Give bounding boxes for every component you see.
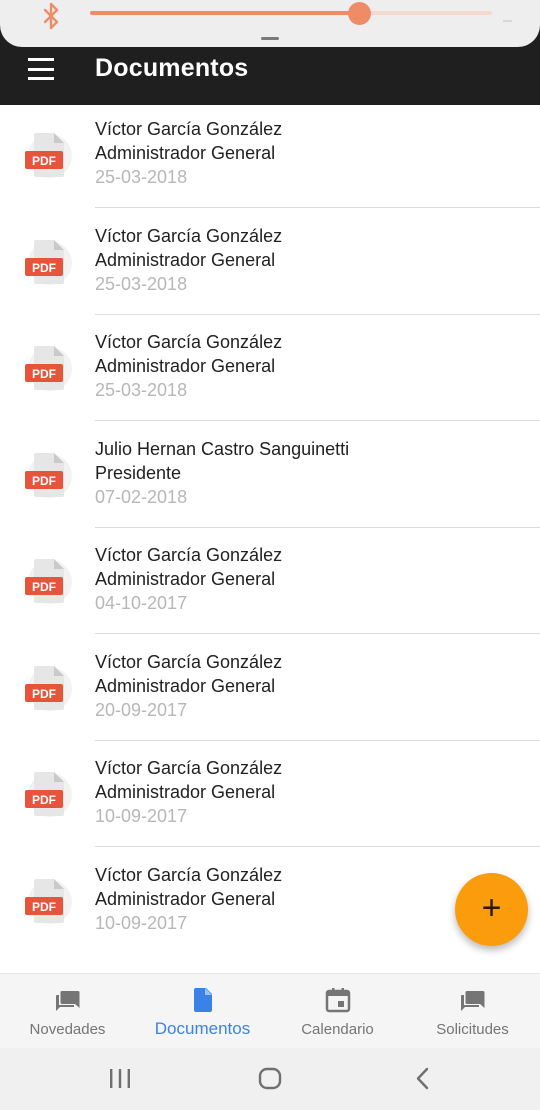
pdf-file-icon: PDF: [24, 340, 72, 394]
document-author-role: Administrador General: [95, 782, 276, 802]
document-date: 20-09-2017: [95, 699, 188, 720]
pdf-badge-label: PDF: [32, 367, 56, 381]
document-date: 25-03-2018: [95, 167, 188, 187]
brightness-slider-fill: [90, 11, 360, 15]
document-author: Víctor García González: [95, 225, 283, 246]
nav-label-solicitudes: Solicitudes: [436, 1021, 509, 1038]
pdf-badge-label: PDF: [32, 686, 56, 701]
recents-icon[interactable]: [105, 1048, 135, 1110]
slider-end-mark: [503, 20, 512, 22]
pdf-badge-label: PDF: [32, 260, 56, 275]
nav-item-calendario[interactable]: Calendario: [270, 974, 405, 1049]
document-list-item[interactable]: PDF Víctor García González Administrador G…: [0, 531, 540, 638]
document-list-item[interactable]: PDF Víctor García González Administrador G…: [0, 212, 540, 319]
list-divider: [95, 420, 540, 421]
panel-drag-handle[interactable]: [261, 37, 279, 40]
pdf-badge-label: PDF: [32, 793, 56, 807]
list-divider: [95, 739, 540, 741]
list-divider: [95, 313, 540, 315]
document-author: Víctor García González: [95, 332, 283, 352]
pdf-file-icon: PDF: [24, 447, 72, 501]
document-list-item[interactable]: PDF Víctor García González Administrador G…: [0, 744, 540, 851]
list-divider: [95, 207, 540, 208]
nav-label-calendario: Calendario: [301, 1021, 374, 1038]
brightness-slider[interactable]: [90, 2, 492, 25]
system-navigation-bar: [0, 1048, 540, 1110]
quick-settings-panel[interactable]: [0, 0, 540, 47]
document-author-role: Presidente: [95, 462, 182, 483]
document-author: Víctor García González: [95, 864, 283, 885]
page-title: Documentos: [95, 54, 249, 82]
nav-label-novedades: Novedades: [29, 1021, 106, 1038]
pdf-file-icon: PDF: [24, 234, 72, 288]
pdf-file-icon: PDF: [24, 660, 72, 714]
document-date: 07-02-2018: [95, 486, 188, 507]
document-author-role: Administrador General: [95, 143, 276, 163]
document-author-role: Administrador General: [95, 569, 276, 589]
chat-bubbles-icon: [460, 991, 484, 1011]
document-author-role: Administrador General: [95, 888, 276, 909]
bottom-navigation: Novedades Documentos Calendario Solicitu…: [0, 973, 540, 1048]
document-date: 25-03-2018: [95, 380, 188, 400]
add-icon: +: [481, 889, 502, 927]
document-icon: [193, 988, 212, 1012]
document-author: Víctor García González: [95, 545, 283, 565]
calendar-icon: [325, 988, 350, 1013]
back-icon[interactable]: [408, 1048, 438, 1110]
pdf-file-icon: PDF: [24, 127, 72, 181]
nav-item-novedades[interactable]: Novedades: [0, 974, 135, 1049]
document-date: 10-09-2017: [95, 912, 188, 933]
nav-label-documentos: Documentos: [154, 1019, 251, 1038]
nav-item-solicitudes[interactable]: Solicitudes: [405, 974, 540, 1049]
document-author-role: Administrador General: [95, 249, 276, 270]
list-divider: [95, 633, 540, 634]
document-date: 10-09-2017: [95, 806, 188, 826]
pdf-badge-label: PDF: [32, 473, 56, 488]
document-date: 25-03-2018: [95, 273, 188, 294]
document-author: Víctor García González: [95, 758, 283, 778]
document-list[interactable]: PDF Víctor García González Administrador G…: [0, 105, 540, 973]
pdf-file-icon: PDF: [24, 873, 72, 927]
document-list-item[interactable]: PDF Víctor García González Administrador G…: [0, 105, 540, 212]
brightness-slider-thumb[interactable]: [348, 2, 372, 25]
document-author: Julio Hernan Castro Sanguinetti: [95, 438, 350, 459]
home-icon[interactable]: [255, 1048, 285, 1110]
document-author: Víctor García González: [95, 651, 283, 672]
pdf-badge-label: PDF: [32, 899, 56, 914]
hamburger-menu-icon[interactable]: [28, 58, 56, 80]
pdf-file-icon: PDF: [24, 766, 72, 820]
document-author: Víctor García González: [95, 119, 283, 139]
list-divider: [95, 526, 540, 528]
document-author-role: Administrador General: [95, 675, 276, 696]
document-list-item[interactable]: PDF Julio Hernan Castro Sanguinetti Presid…: [0, 425, 540, 532]
document-list-item[interactable]: PDF Víctor García González Administrador G…: [0, 638, 540, 745]
pdf-file-icon: PDF: [24, 553, 72, 607]
pdf-badge-label: PDF: [32, 154, 56, 168]
document-list-item[interactable]: PDF Víctor García González Administrador G…: [0, 318, 540, 425]
document-author-role: Administrador General: [95, 356, 276, 376]
nav-item-documentos[interactable]: Documentos: [135, 974, 270, 1049]
document-date: 04-10-2017: [95, 593, 188, 613]
bluetooth-icon[interactable]: [40, 2, 64, 30]
pdf-badge-label: PDF: [32, 580, 56, 594]
add-document-button[interactable]: +: [455, 873, 528, 946]
chat-bubbles-icon: [55, 991, 79, 1011]
list-divider: [95, 846, 540, 847]
